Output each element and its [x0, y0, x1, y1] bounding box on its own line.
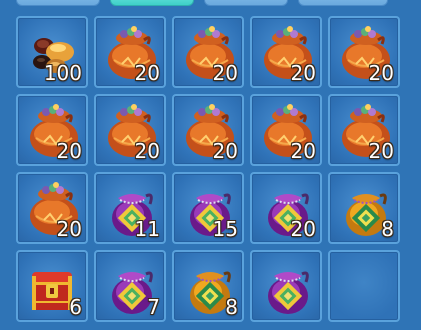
inventory-slot[interactable]: 20 — [328, 94, 400, 166]
inventory-slot-empty[interactable] — [328, 250, 400, 322]
item-quantity: 20 — [290, 217, 316, 241]
inventory-slot[interactable]: 20 — [172, 16, 244, 88]
item-quantity: 20 — [134, 139, 160, 163]
inventory-slot[interactable]: 100 — [16, 16, 88, 88]
item-quantity: 20 — [290, 139, 316, 163]
inventory-slot[interactable]: 7 — [94, 250, 166, 322]
item-quantity: 20 — [212, 139, 238, 163]
inventory-slot[interactable]: 15 — [172, 172, 244, 244]
inventory-slot[interactable]: 20 — [16, 172, 88, 244]
item-quantity: 20 — [212, 61, 238, 85]
inventory-slot[interactable]: 11 — [94, 172, 166, 244]
item-quantity: 7 — [147, 295, 160, 319]
item-quantity: 11 — [134, 217, 160, 241]
inventory-slot[interactable]: 8 — [172, 250, 244, 322]
item-quantity: 20 — [368, 139, 394, 163]
purple-pouch-icon — [268, 271, 309, 314]
item-quantity: 20 — [290, 61, 316, 85]
item-quantity: 20 — [368, 61, 394, 85]
inventory-slot[interactable]: 20 — [250, 94, 322, 166]
item-quantity: 6 — [69, 295, 82, 319]
inventory-slot[interactable] — [250, 250, 322, 322]
item-quantity: 8 — [225, 295, 238, 319]
item-quantity: 100 — [43, 61, 82, 85]
tab-4[interactable] — [298, 0, 388, 6]
item-quantity: 20 — [134, 61, 160, 85]
tab-3[interactable] — [204, 0, 288, 6]
tab-bar — [0, 0, 421, 8]
inventory-grid: 100 20 20 20 20 20 20 20 20 20 20 11 15 … — [16, 16, 400, 330]
item-quantity: 8 — [381, 217, 394, 241]
inventory-slot[interactable]: 20 — [16, 94, 88, 166]
inventory-slot[interactable]: 20 — [94, 94, 166, 166]
item-quantity: 20 — [56, 217, 82, 241]
item-quantity: 15 — [212, 217, 238, 241]
inventory-slot[interactable]: 8 — [328, 172, 400, 244]
inventory-slot[interactable]: 6 — [16, 250, 88, 322]
inventory-slot[interactable]: 20 — [250, 172, 322, 244]
inventory-slot[interactable]: 20 — [250, 16, 322, 88]
inventory-slot[interactable]: 20 — [328, 16, 400, 88]
tab-1[interactable] — [16, 0, 100, 6]
item-quantity: 20 — [56, 139, 82, 163]
tab-2-active[interactable] — [110, 0, 194, 6]
inventory-slot[interactable]: 20 — [172, 94, 244, 166]
inventory-slot[interactable]: 20 — [94, 16, 166, 88]
